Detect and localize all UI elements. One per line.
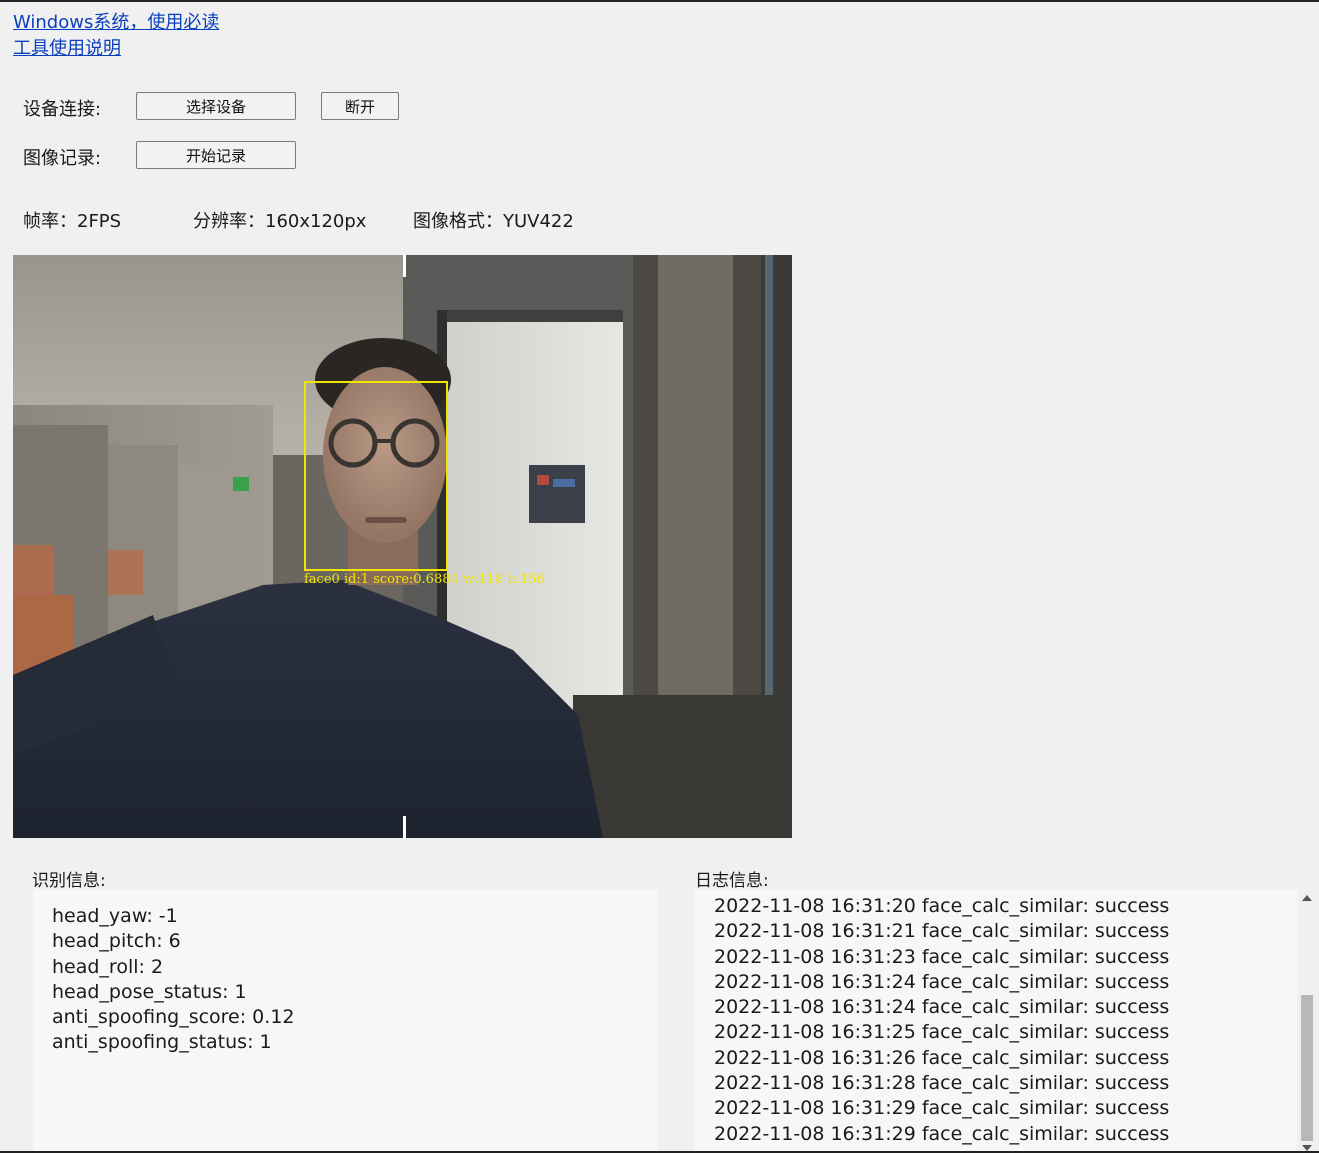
recognition-line: anti_spoofing_status: 1 [52, 1031, 272, 1054]
recognition-lines: head_yaw: -1 head_pitch: 6 head_roll: 2 … [52, 904, 295, 1056]
recognition-line: head_yaw: -1 [52, 905, 178, 927]
log-line: 2022-11-08 16:31:25 face_calc_similar: s… [714, 1021, 1170, 1044]
recognition-title: 识别信息: [32, 871, 106, 891]
recognition-line: head_pose_status: 1 [52, 980, 247, 1003]
fps-stat: 帧率：2FPS [23, 211, 122, 232]
scrollbar-thumb[interactable] [1301, 995, 1313, 1141]
log-line: 2022-11-08 16:31:20 face_calc_similar: s… [714, 895, 1170, 917]
windows-guide-link[interactable]: Windows系统，使用必读 [13, 8, 219, 34]
scroll-down-icon[interactable] [1302, 1145, 1312, 1151]
device-connect-label: 设备连接: [23, 99, 102, 120]
image-record-label: 图像记录: [23, 148, 102, 169]
resolution-stat: 分辨率：160x120px [193, 211, 367, 232]
log-scrollbar[interactable] [1297, 889, 1317, 1151]
start-record-button[interactable]: 开始记录 [136, 141, 296, 169]
log-line: 2022-11-08 16:31:21 face_calc_similar: s… [714, 920, 1170, 943]
scroll-up-icon[interactable] [1302, 895, 1312, 901]
select-device-button[interactable]: 选择设备 [136, 92, 296, 120]
camera-preview: face0 id:1 score:0.6884 w:118 h:156 [13, 255, 792, 838]
log-line: 2022-11-08 16:31:26 face_calc_similar: s… [714, 1046, 1170, 1069]
log-line: 2022-11-08 16:31:24 face_calc_similar: s… [714, 996, 1170, 1019]
recognition-line: head_pitch: 6 [52, 930, 181, 953]
log-lines: 2022-11-08 16:31:20 face_calc_similar: s… [714, 894, 1169, 1147]
image-format-stat: 图像格式：YUV422 [413, 211, 574, 232]
log-line: 2022-11-08 16:31:29 face_calc_similar: s… [714, 1097, 1170, 1120]
log-title: 日志信息: [695, 871, 769, 891]
disconnect-button[interactable]: 断开 [321, 92, 399, 120]
log-panel[interactable]: 2022-11-08 16:31:20 face_calc_similar: s… [695, 889, 1317, 1151]
face-detection-label: face0 id:1 score:0.6884 w:118 h:156 [304, 572, 545, 587]
recognition-line: anti_spoofing_score: 0.12 [52, 1006, 295, 1029]
face-detection-box [304, 381, 448, 571]
log-line: 2022-11-08 16:31:28 face_calc_similar: s… [714, 1072, 1170, 1095]
log-line: 2022-11-08 16:31:24 face_calc_similar: s… [714, 970, 1170, 993]
recognition-line: head_roll: 2 [52, 955, 164, 978]
log-line: 2022-11-08 16:31:23 face_calc_similar: s… [714, 945, 1170, 968]
recognition-panel[interactable]: head_yaw: -1 head_pitch: 6 head_roll: 2 … [33, 889, 657, 1151]
tool-guide-link[interactable]: 工具使用说明 [13, 34, 121, 60]
log-line: 2022-11-08 16:31:29 face_calc_similar: s… [714, 1122, 1170, 1145]
